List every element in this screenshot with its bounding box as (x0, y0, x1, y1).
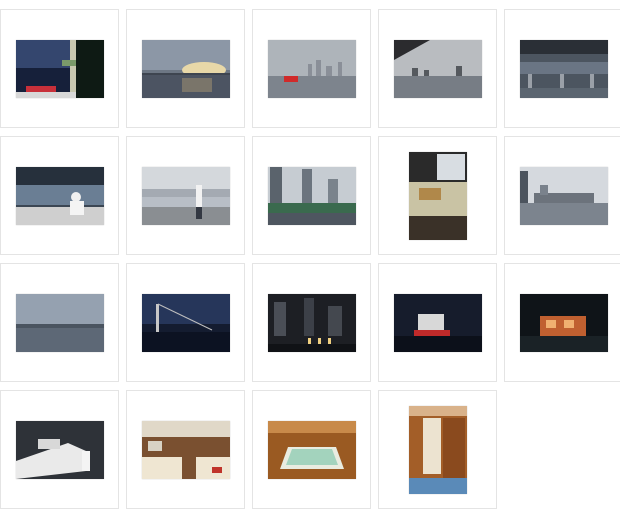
gallery-thumbnail[interactable] (0, 263, 119, 382)
gallery-thumbnail[interactable] (126, 390, 245, 509)
photo-thumbnail[interactable] (393, 293, 482, 352)
gallery-thumbnail[interactable] (378, 390, 497, 509)
photo-thumbnail[interactable] (141, 420, 230, 479)
gallery-thumbnail[interactable] (126, 9, 245, 128)
gallery-thumbnail[interactable] (504, 263, 620, 382)
gallery-thumbnail[interactable] (252, 136, 371, 255)
gallery-thumbnail[interactable] (504, 9, 620, 128)
gallery-thumbnail[interactable] (504, 136, 620, 255)
gallery-thumbnail[interactable] (252, 390, 371, 509)
photo-thumbnail[interactable] (408, 405, 467, 494)
photo-thumbnail[interactable] (15, 420, 104, 479)
photo-thumbnail[interactable] (519, 166, 608, 225)
photo-thumbnail[interactable] (519, 39, 608, 98)
gallery-thumbnail[interactable] (0, 9, 119, 128)
photo-thumbnail[interactable] (267, 39, 356, 98)
photo-thumbnail[interactable] (519, 293, 608, 352)
gallery-thumbnail[interactable] (252, 263, 371, 382)
photo-thumbnail[interactable] (15, 39, 104, 98)
gallery-thumbnail[interactable] (378, 136, 497, 255)
photo-thumbnail[interactable] (267, 293, 356, 352)
gallery-thumbnail[interactable] (126, 136, 245, 255)
photo-thumbnail[interactable] (267, 420, 356, 479)
gallery-thumbnail[interactable] (0, 390, 119, 509)
photo-thumbnail[interactable] (15, 166, 104, 225)
gallery-thumbnail[interactable] (252, 9, 371, 128)
gallery-thumbnail[interactable] (378, 9, 497, 128)
photo-thumbnail[interactable] (141, 293, 230, 352)
gallery-thumbnail[interactable] (126, 263, 245, 382)
photo-thumbnail[interactable] (408, 151, 467, 240)
photo-thumbnail[interactable] (267, 166, 356, 225)
gallery-thumbnail[interactable] (0, 136, 119, 255)
gallery-thumbnail[interactable] (378, 263, 497, 382)
photo-thumbnail[interactable] (393, 39, 482, 98)
photo-thumbnail[interactable] (141, 39, 230, 98)
photo-gallery-grid (0, 9, 620, 509)
photo-thumbnail[interactable] (141, 166, 230, 225)
photo-thumbnail[interactable] (15, 293, 104, 352)
